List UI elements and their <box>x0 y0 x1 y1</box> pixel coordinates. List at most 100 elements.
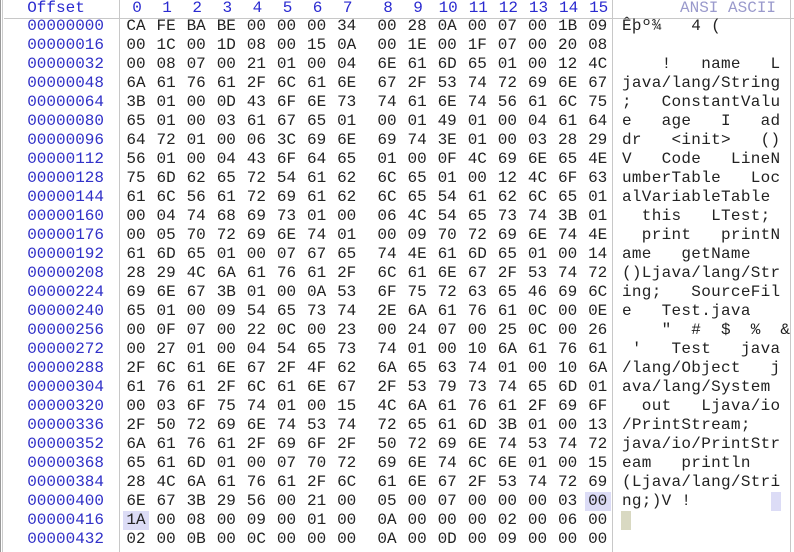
hex-byte[interactable]: 2F <box>404 74 430 93</box>
hex-byte[interactable]: 01 <box>153 93 179 112</box>
hex-byte[interactable]: 01 <box>153 150 179 169</box>
hex-byte[interactable]: 00 <box>374 226 400 245</box>
hex-byte[interactable]: 6C <box>153 359 179 378</box>
hex-byte[interactable]: 67 <box>334 378 360 397</box>
hex-byte[interactable]: 53 <box>434 74 460 93</box>
hex-byte[interactable]: 64 <box>585 112 611 131</box>
hex-byte[interactable]: 0F <box>153 321 179 340</box>
hex-byte[interactable]: 01 <box>153 112 179 131</box>
hex-byte[interactable]: 64 <box>304 150 330 169</box>
hex-byte[interactable]: 6C <box>555 93 581 112</box>
hex-byte[interactable]: 67 <box>585 74 611 93</box>
hex-byte[interactable]: 01 <box>334 226 360 245</box>
hex-byte[interactable]: 6F <box>374 283 400 302</box>
hex-byte[interactable]: 6E <box>123 492 149 511</box>
hex-byte[interactable]: 00 <box>555 302 581 321</box>
hex-byte[interactable]: 53 <box>304 416 330 435</box>
hex-byte[interactable]: 72 <box>404 435 430 454</box>
hex-byte[interactable]: 6D <box>434 55 460 74</box>
ascii-text[interactable]: ()Ljava/lang/Str <box>622 264 780 283</box>
hex-byte[interactable]: 00 <box>555 530 581 549</box>
hex-byte[interactable]: 65 <box>334 150 360 169</box>
hex-byte[interactable]: 74 <box>334 416 360 435</box>
ascii-text[interactable]: ! name L <box>622 55 781 74</box>
hex-byte[interactable]: 00 <box>153 530 179 549</box>
hex-byte[interactable]: 6A <box>494 340 520 359</box>
hex-byte[interactable]: 70 <box>434 226 460 245</box>
hex-byte[interactable]: 00 <box>243 245 269 264</box>
hex-byte[interactable]: 0A <box>304 283 330 302</box>
hex-byte[interactable]: 67 <box>243 359 269 378</box>
hex-byte[interactable]: 6C <box>525 188 551 207</box>
hex-byte[interactable]: 61 <box>434 397 460 416</box>
hex-byte[interactable]: 65 <box>404 188 430 207</box>
hex-byte[interactable]: 74 <box>374 340 400 359</box>
hex-byte[interactable]: 01 <box>525 245 551 264</box>
hex-byte[interactable]: 01 <box>525 416 551 435</box>
hex-byte[interactable]: 65 <box>555 188 581 207</box>
hex-byte[interactable]: 07 <box>494 17 520 36</box>
hex-byte[interactable]: 00 <box>434 340 460 359</box>
hex-byte[interactable]: 2F <box>374 378 400 397</box>
hex-byte[interactable]: 67 <box>274 112 300 131</box>
hex-byte[interactable]: 61 <box>404 55 430 74</box>
hex-byte[interactable]: CA <box>123 17 149 36</box>
hex-byte[interactable]: 00 <box>374 36 400 55</box>
hex-byte[interactable]: 74 <box>464 359 490 378</box>
hex-byte[interactable]: 6A <box>404 397 430 416</box>
hex-byte[interactable]: 00 <box>213 55 239 74</box>
hex-byte[interactable]: 00 <box>464 530 490 549</box>
hex-byte[interactable]: 09 <box>585 17 611 36</box>
hex-byte[interactable]: 01 <box>585 378 611 397</box>
hex-byte[interactable]: 6C <box>464 454 490 473</box>
hex-byte[interactable]: 54 <box>274 340 300 359</box>
hex-byte[interactable]: 65 <box>183 245 209 264</box>
hex-byte[interactable]: 00 <box>525 17 551 36</box>
hex-byte[interactable]: 00 <box>525 36 551 55</box>
hex-byte[interactable]: 01 <box>374 150 400 169</box>
hex-byte[interactable]: 00 <box>494 112 520 131</box>
hex-byte[interactable]: 07 <box>434 492 460 511</box>
hex-byte[interactable]: 74 <box>374 245 400 264</box>
hex-byte[interactable]: 6E <box>525 226 551 245</box>
hex-byte[interactable]: 00 <box>525 492 551 511</box>
hex-byte[interactable]: 3B <box>555 207 581 226</box>
hex-byte[interactable]: 65 <box>123 302 149 321</box>
hex-byte[interactable]: 70 <box>183 226 209 245</box>
hex-byte[interactable]: 61 <box>213 473 239 492</box>
hex-byte[interactable]: 12 <box>494 169 520 188</box>
hex-byte[interactable]: 28 <box>404 17 430 36</box>
hex-byte[interactable]: 74 <box>374 93 400 112</box>
hex-byte[interactable]: 04 <box>213 150 239 169</box>
hex-byte[interactable]: 74 <box>404 131 430 150</box>
ascii-text[interactable]: ava/lang/System <box>622 378 780 397</box>
hex-byte[interactable]: 69 <box>123 283 149 302</box>
hex-byte[interactable]: 72 <box>243 188 269 207</box>
ascii-header[interactable]: ANSI ASCII <box>680 0 776 18</box>
hex-byte[interactable]: 74 <box>334 302 360 321</box>
hex-byte[interactable]: 61 <box>243 112 269 131</box>
hex-byte[interactable]: 04 <box>243 340 269 359</box>
hex-byte[interactable]: 6E <box>434 264 460 283</box>
hex-byte[interactable]: 6E <box>404 454 430 473</box>
hex-byte[interactable]: 01 <box>494 55 520 74</box>
hex-byte[interactable]: 65 <box>525 378 551 397</box>
hex-byte[interactable]: 6D <box>153 169 179 188</box>
hex-byte[interactable]: 00 <box>213 340 239 359</box>
hex-byte[interactable]: 53 <box>334 283 360 302</box>
hex-byte[interactable]: 6A <box>123 435 149 454</box>
hex-byte[interactable]: 00 <box>585 511 611 530</box>
hex-byte[interactable]: 6C <box>243 378 269 397</box>
hex-byte[interactable]: 00 <box>494 131 520 150</box>
hex-byte[interactable]: 01 <box>153 302 179 321</box>
hex-byte[interactable]: 74 <box>555 264 581 283</box>
hex-byte[interactable]: 6F <box>555 169 581 188</box>
hex-byte[interactable]: 00 <box>243 17 269 36</box>
hex-byte[interactable]: 01 <box>213 454 239 473</box>
hex-byte[interactable]: 00 <box>183 112 209 131</box>
hex-byte[interactable]: 00 <box>304 321 330 340</box>
hex-byte[interactable]: 00 <box>434 36 460 55</box>
hex-byte[interactable]: 00 <box>334 511 360 530</box>
hex-byte[interactable]: 00 <box>404 511 430 530</box>
hex-byte[interactable]: 73 <box>334 340 360 359</box>
